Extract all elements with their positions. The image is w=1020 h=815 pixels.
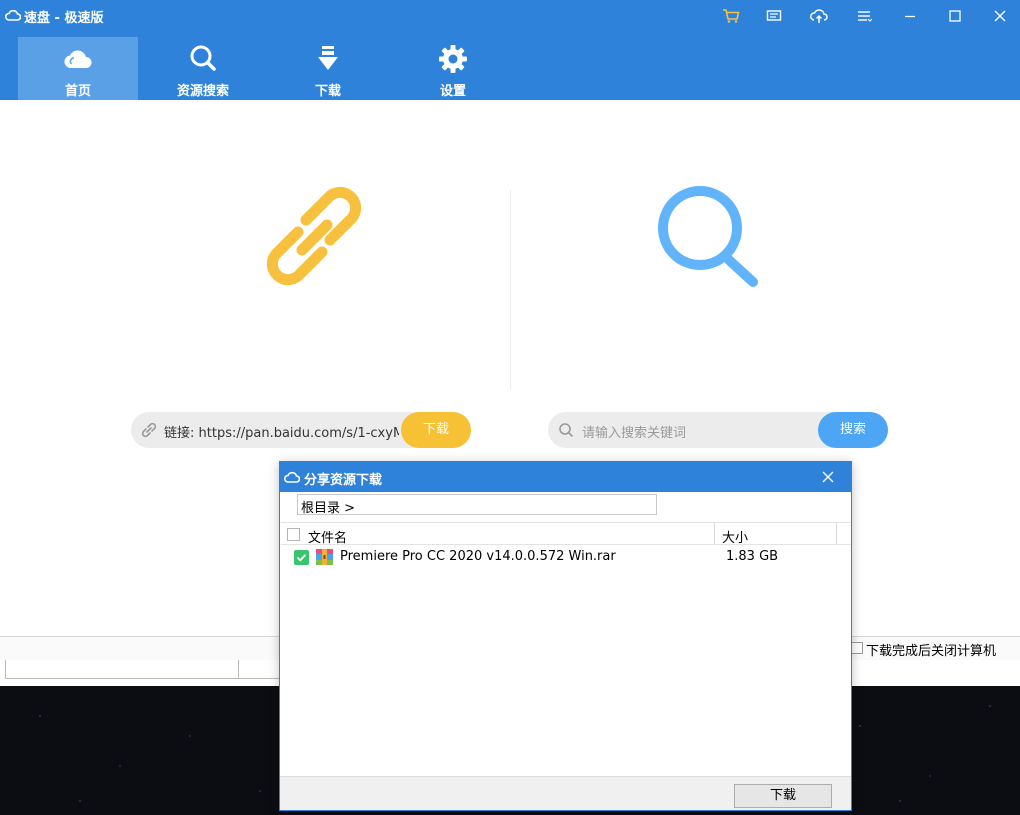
maximize-button[interactable] xyxy=(944,6,966,26)
upload-button[interactable] xyxy=(808,6,830,26)
cloud-icon xyxy=(64,50,92,68)
minimize-button[interactable] xyxy=(899,6,921,26)
search-button[interactable]: 搜索 xyxy=(818,412,888,448)
tab-home[interactable]: 首页 xyxy=(18,37,138,100)
cloud-upload-icon xyxy=(810,9,828,23)
title-bar: 速盘 - 极速版 xyxy=(0,0,1020,32)
rar-archive-icon xyxy=(316,549,333,565)
search-input-placeholder: 请输入搜索关键词 xyxy=(582,426,687,441)
column-separator[interactable] xyxy=(836,523,837,545)
close-icon[interactable] xyxy=(820,469,836,485)
tab-resource-search-label: 资源搜索 xyxy=(176,84,229,99)
shutdown-label: 下载完成后关闭计算机 xyxy=(866,644,997,659)
tab-home-label: 首页 xyxy=(64,84,91,99)
close-button[interactable] xyxy=(989,6,1011,26)
menu-button[interactable] xyxy=(853,6,875,26)
dialog-footer: 下载 xyxy=(280,776,851,810)
task-list-cell xyxy=(5,660,239,679)
task-list-cell xyxy=(239,660,281,679)
tab-settings-label: 设置 xyxy=(439,84,466,99)
search-small-icon xyxy=(559,423,573,437)
link-icon xyxy=(266,186,362,286)
cart-icon xyxy=(723,9,740,23)
shutdown-checkbox[interactable] xyxy=(851,642,863,654)
app-title: 速盘 - 极速版 xyxy=(24,11,104,26)
tab-download-label: 下载 xyxy=(314,84,341,99)
link-download-button[interactable]: 下载 xyxy=(401,412,471,448)
message-icon xyxy=(766,10,782,21)
link-small-icon xyxy=(141,422,157,438)
dialog-title: 分享资源下载 xyxy=(304,473,383,488)
breadcrumb[interactable]: 根目录 > xyxy=(297,494,657,516)
cart-button[interactable] xyxy=(720,6,742,26)
download-arrow-icon xyxy=(318,46,338,70)
column-header-size[interactable]: 大小 xyxy=(722,527,748,546)
cloud-logo-icon xyxy=(284,471,300,483)
file-name: Premiere Pro CC 2020 v14.0.0.572 Win.rar xyxy=(340,549,616,564)
tab-download[interactable]: 下载 xyxy=(268,37,388,100)
share-download-dialog: 分享资源下载 根目录 > 文件名 大小 Premiere Pro CC 2020… xyxy=(279,461,852,811)
close-icon xyxy=(994,10,1006,22)
search-icon xyxy=(190,45,216,71)
cloud-logo-icon xyxy=(5,9,21,21)
maximize-icon xyxy=(949,10,961,22)
file-size: 1.83 GB xyxy=(726,549,779,564)
dialog-download-button[interactable]: 下载 xyxy=(734,784,832,808)
column-header-name[interactable]: 文件名 xyxy=(308,527,347,546)
link-input[interactable]: 链接: https://pan.baidu.com/s/1-cxyM... 下载 xyxy=(131,412,471,448)
checkmark-icon xyxy=(296,554,307,562)
table-row[interactable]: Premiere Pro CC 2020 v14.0.0.572 Win.rar… xyxy=(281,546,851,568)
link-input-value: 链接: https://pan.baidu.com/s/1-cxyM... xyxy=(164,426,399,441)
gear-icon xyxy=(439,45,467,73)
search-input[interactable]: 请输入搜索关键词 搜索 xyxy=(548,412,888,448)
message-button[interactable] xyxy=(763,6,785,26)
file-table: 文件名 大小 Premiere Pro CC 2020 v14.0.0.572 … xyxy=(281,522,851,776)
tab-resource-search[interactable]: 资源搜索 xyxy=(143,37,263,100)
menu-icon xyxy=(858,11,872,22)
tab-settings[interactable]: 设置 xyxy=(393,37,513,100)
top-bar: 速盘 - 极速版 首页 资源搜索 下载 设置 xyxy=(0,0,1020,100)
table-header: 文件名 大小 xyxy=(281,522,851,546)
panel-divider xyxy=(510,190,511,390)
search-hero-icon xyxy=(658,186,758,287)
dialog-title-bar: 分享资源下载 xyxy=(280,462,851,492)
minimize-icon xyxy=(905,15,915,18)
column-separator[interactable] xyxy=(714,523,715,545)
select-all-checkbox[interactable] xyxy=(287,528,300,541)
row-checkbox[interactable] xyxy=(294,550,309,565)
